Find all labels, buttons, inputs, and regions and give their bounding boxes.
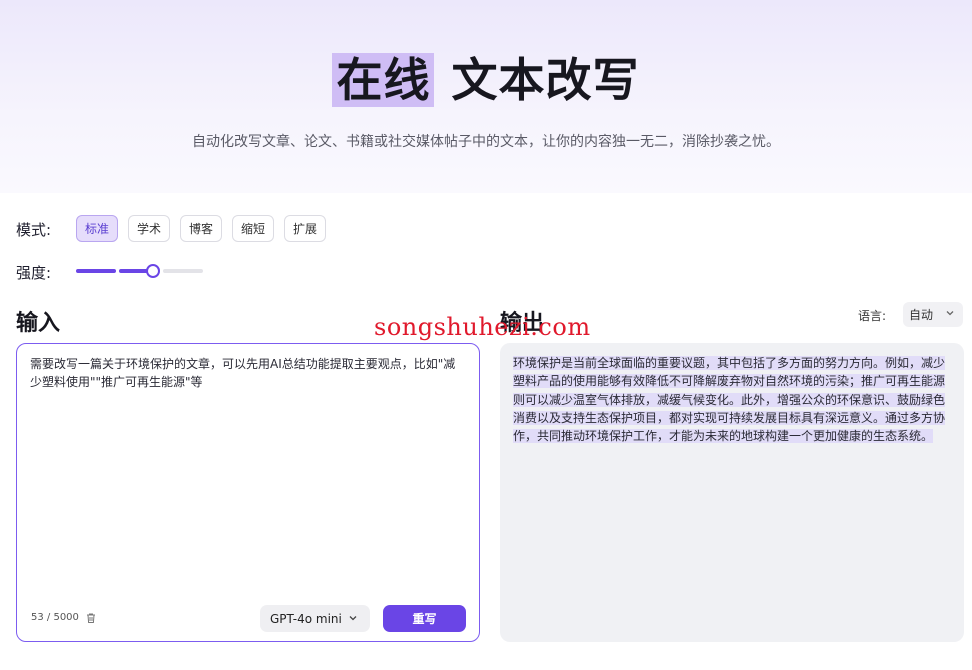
hero-banner: 在线 文本改写 自动化改写文章、论文、书籍或社交媒体帖子中的文本，让你的内容独一…	[0, 0, 972, 193]
strength-label: 强度:	[16, 264, 52, 282]
rewrite-button[interactable]: 重写	[383, 605, 466, 632]
mode-standard-button[interactable]: 标准	[76, 215, 118, 242]
strength-slider[interactable]	[76, 264, 204, 278]
mode-academic-button[interactable]: 学术	[128, 215, 170, 242]
mode-shorten-button[interactable]: 缩短	[232, 215, 274, 242]
language-select[interactable]: 自动	[903, 302, 963, 327]
character-counter: 53 / 5000	[31, 612, 79, 623]
output-text-selection: 环境保护是当前全球面临的重要议题，其中包括了多方面的努力方向。例如，减少塑料产品…	[513, 356, 946, 444]
title-highlight: 在线	[332, 53, 435, 107]
input-textarea[interactable]: 需要改写一篇关于环境保护的文章，可以先用AI总结功能提取主要观点，比如"减少塑料…	[16, 343, 480, 642]
language-label: 语言:	[858, 309, 887, 323]
chevron-down-icon	[349, 616, 357, 621]
chevron-down-icon	[946, 311, 954, 316]
mode-label: 模式:	[16, 221, 52, 239]
mode-expand-button[interactable]: 扩展	[284, 215, 326, 242]
strength-segment-3	[163, 269, 203, 273]
output-text: 环境保护是当前全球面临的重要议题，其中包括了多方面的努力方向。例如，减少塑料产品…	[513, 354, 949, 445]
page-subtitle: 自动化改写文章、论文、书籍或社交媒体帖子中的文本，让你的内容独一无二，消除抄袭之…	[192, 134, 780, 150]
strength-slider-handle[interactable]	[146, 264, 160, 278]
page-title: 在线 文本改写	[0, 50, 972, 110]
output-panel: 环境保护是当前全球面临的重要议题，其中包括了多方面的努力方向。例如，减少塑料产品…	[500, 343, 964, 642]
watermark: songshuhezi.com	[374, 313, 591, 341]
model-select[interactable]: GPT-4o mini	[260, 605, 370, 632]
input-title: 输入	[16, 311, 61, 336]
title-rest: 文本改写	[451, 53, 640, 107]
language-value: 自动	[909, 308, 934, 322]
model-value: GPT-4o mini	[270, 611, 342, 626]
input-text[interactable]: 需要改写一篇关于环境保护的文章，可以先用AI总结功能提取主要观点，比如"减少塑料…	[30, 355, 460, 391]
strength-segment-1	[76, 269, 116, 273]
trash-icon[interactable]	[85, 612, 97, 624]
mode-blog-button[interactable]: 博客	[180, 215, 222, 242]
